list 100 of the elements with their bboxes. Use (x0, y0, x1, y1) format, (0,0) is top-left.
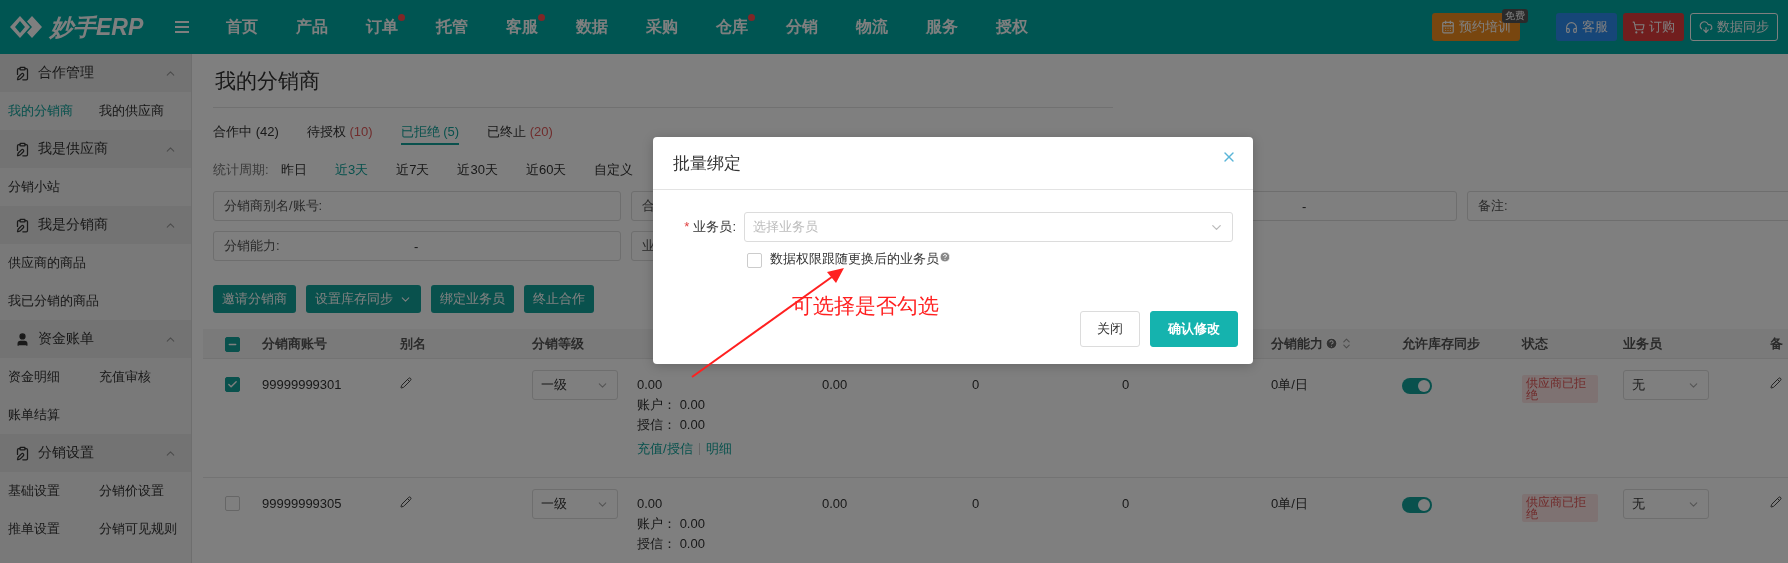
nav-item[interactable]: 客服 (487, 16, 557, 38)
sidebar-item[interactable]: 供应商的商品 (8, 254, 99, 272)
clipboard-icon (15, 445, 30, 461)
page-title: 我的分销商 (213, 54, 1113, 108)
sidebar-item[interactable]: 分销价设置 (99, 482, 190, 500)
amount-text: 0.00 (637, 376, 664, 394)
select-all-checkbox[interactable] (225, 337, 240, 352)
tab[interactable]: 合作中 (42) (213, 123, 279, 145)
table-cell-text: 0.00 (822, 376, 849, 394)
nav-item[interactable]: 授权 (977, 16, 1047, 38)
field-label: * 业务员: (683, 218, 736, 236)
checkbox[interactable] (747, 252, 762, 268)
nav-item[interactable]: 数据 (557, 16, 627, 38)
period-option[interactable]: 自定义 (594, 161, 634, 179)
row-link[interactable]: 明细 (705, 439, 732, 459)
sidebar-item[interactable]: 分销可见规则 (99, 520, 190, 538)
nav-item[interactable]: 仓库 (697, 16, 767, 38)
level-select[interactable]: 一级 (532, 489, 618, 519)
sidebar-item[interactable]: 充值审核 (99, 368, 190, 386)
column-header: 分销能力 (1271, 334, 1402, 353)
tab[interactable]: 已终止 (20) (487, 123, 553, 145)
sidebar-item[interactable]: 基础设置 (8, 482, 99, 500)
salesperson-select[interactable]: 选择业务员 (744, 212, 1233, 242)
sidebar-section-header[interactable]: 分销设置 (0, 434, 191, 472)
edit-icon[interactable] (400, 496, 412, 508)
help-icon (1325, 337, 1338, 350)
stock-sync-toggle[interactable] (1402, 378, 1432, 394)
level-select[interactable]: 一级 (532, 370, 618, 400)
filter-field[interactable]: 分销商别名/账号: (213, 191, 621, 221)
header-button[interactable]: 订购 (1623, 13, 1684, 41)
cloud-icon (1699, 20, 1713, 34)
checkbox-label: 数据权限跟随更换后的业务员 (770, 250, 951, 268)
check-icon (227, 379, 238, 390)
sidebar-item[interactable]: 我的供应商 (99, 102, 190, 120)
action-button[interactable]: 绑定业务员 (431, 285, 514, 313)
nav-item[interactable]: 采购 (627, 16, 697, 38)
logo-icon (10, 14, 44, 40)
sidebar-item[interactable]: 资金明细 (8, 368, 99, 386)
nav-item[interactable]: 产品 (277, 16, 347, 38)
sidebar-section-header[interactable]: 合作管理 (0, 54, 191, 92)
nav-item[interactable]: 分销 (767, 16, 837, 38)
header-button[interactable]: 数据同步 (1690, 13, 1778, 41)
confirm-button[interactable]: 确认修改 (1150, 311, 1238, 347)
sidebar-section-header[interactable]: 资金账单 (0, 320, 191, 358)
table-cell-text: 0 (1122, 495, 1131, 513)
table-cell-text: 0.00 (822, 495, 849, 513)
sidebar-item[interactable]: 分销小站 (8, 178, 99, 196)
edit-icon[interactable] (1770, 496, 1782, 508)
nav-item[interactable]: 首页 (207, 16, 277, 38)
menu-icon[interactable] (175, 21, 189, 33)
tab[interactable]: 已拒绝 (5) (400, 123, 459, 145)
action-button[interactable]: 设置库存同步 (306, 285, 421, 313)
sort-icon[interactable] (1340, 337, 1353, 350)
cart-icon (1632, 20, 1645, 34)
status-tag: 供应商已拒绝 (1522, 494, 1598, 522)
sidebar-item[interactable]: 账单结算 (8, 406, 99, 424)
clipboard-icon (15, 141, 30, 157)
salesperson-select[interactable]: 无 (1623, 489, 1709, 519)
edit-icon[interactable] (400, 377, 412, 389)
period-option[interactable]: 近7天 (396, 161, 430, 179)
row-checkbox[interactable] (225, 377, 240, 392)
section-title: 合作管理 (38, 64, 95, 82)
nav-item[interactable]: 订单 (347, 16, 417, 38)
sidebar-item[interactable]: 我已分销的商品 (8, 292, 99, 310)
filter-field[interactable]: 分销能力: - (213, 231, 621, 261)
column-header: 状态 (1522, 334, 1549, 353)
sidebar-item[interactable]: 推单设置 (8, 520, 99, 538)
modal-title: 批量绑定 (673, 152, 741, 175)
period-option[interactable]: 近60天 (525, 161, 567, 179)
help-icon (939, 251, 951, 263)
stock-sync-toggle[interactable] (1402, 497, 1432, 513)
filter-field[interactable]: 备注: (1467, 191, 1788, 221)
row-link[interactable]: 充值/授信 (637, 439, 693, 459)
sidebar-section-header[interactable]: 我是供应商 (0, 130, 191, 168)
status-tag: 供应商已拒绝 (1522, 375, 1598, 403)
nav-item[interactable]: 托管 (417, 16, 487, 38)
nav-item[interactable]: 服务 (907, 16, 977, 38)
tab[interactable]: 待授权 (10) (306, 123, 373, 145)
sidebar-item[interactable]: 我的分销商 (8, 102, 99, 120)
headset-icon (1565, 20, 1578, 34)
section-title: 资金账单 (38, 330, 95, 348)
capacity-cell-text: 0单/日 (1271, 495, 1309, 513)
edit-icon[interactable] (1770, 377, 1782, 389)
nav-item[interactable]: 物流 (837, 16, 907, 38)
salesperson-select[interactable]: 无 (1623, 370, 1709, 400)
period-option[interactable]: 近30天 (457, 161, 498, 179)
notification-dot (748, 13, 755, 21)
person-icon (15, 331, 30, 347)
action-button[interactable]: 邀请分销商 (213, 285, 296, 313)
column-header: 业务员 (1623, 334, 1663, 353)
period-label: 统计周期: (213, 161, 270, 179)
column-header: 分销等级 (532, 334, 585, 353)
row-checkbox[interactable] (225, 496, 240, 511)
action-button[interactable]: 终止合作 (524, 285, 594, 313)
sidebar-section-header[interactable]: 我是分销商 (0, 206, 191, 244)
header-button[interactable]: 客服 (1556, 13, 1617, 41)
cancel-button[interactable]: 关闭 (1080, 311, 1140, 347)
column-header: 别名 (400, 334, 427, 353)
period-option[interactable]: 昨日 (281, 161, 307, 179)
period-option[interactable]: 近3天 (335, 161, 369, 179)
